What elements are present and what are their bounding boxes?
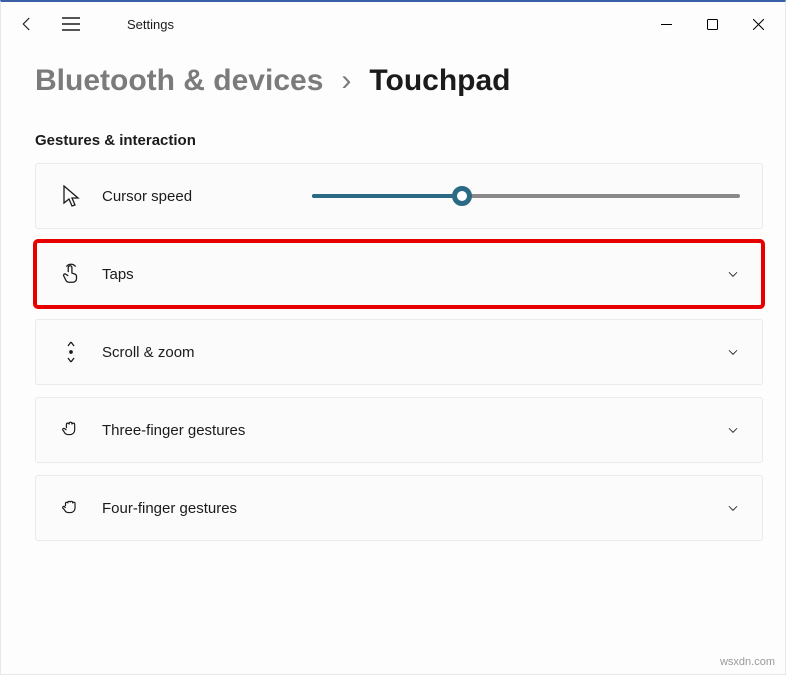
scroll-zoom-row[interactable]: Scroll & zoom — [35, 319, 763, 385]
taps-row[interactable]: Taps — [35, 241, 763, 307]
four-finger-label: Four-finger gestures — [102, 500, 237, 517]
slider-thumb[interactable] — [452, 186, 472, 206]
cursor-speed-label: Cursor speed — [102, 188, 192, 205]
breadcrumb-separator: › — [341, 64, 351, 98]
breadcrumb: Bluetooth & devices › Touchpad — [1, 46, 785, 108]
section-title: Gestures & interaction — [35, 132, 763, 149]
tap-icon — [58, 263, 84, 285]
breadcrumb-parent[interactable]: Bluetooth & devices — [35, 64, 323, 98]
breadcrumb-current: Touchpad — [369, 64, 510, 98]
cursor-speed-slider[interactable] — [312, 186, 740, 206]
four-finger-row[interactable]: Four-finger gestures — [35, 475, 763, 541]
back-button[interactable] — [17, 14, 37, 34]
cursor-speed-row: Cursor speed — [35, 163, 763, 229]
chevron-down-icon — [726, 501, 740, 515]
three-finger-icon — [58, 419, 84, 441]
close-button[interactable] — [735, 8, 781, 40]
minimize-button[interactable] — [643, 8, 689, 40]
taps-label: Taps — [102, 266, 134, 283]
chevron-down-icon — [726, 345, 740, 359]
menu-button[interactable] — [61, 14, 81, 34]
scroll-icon — [58, 341, 84, 363]
three-finger-row[interactable]: Three-finger gestures — [35, 397, 763, 463]
titlebar: Settings — [1, 2, 785, 46]
watermark: wsxdn.com — [720, 656, 775, 668]
three-finger-label: Three-finger gestures — [102, 422, 245, 439]
four-finger-icon — [58, 497, 84, 519]
scroll-zoom-label: Scroll & zoom — [102, 344, 195, 361]
chevron-down-icon — [726, 423, 740, 437]
chevron-down-icon — [726, 267, 740, 281]
maximize-button[interactable] — [689, 8, 735, 40]
cursor-icon — [58, 185, 84, 207]
app-title: Settings — [127, 17, 174, 32]
